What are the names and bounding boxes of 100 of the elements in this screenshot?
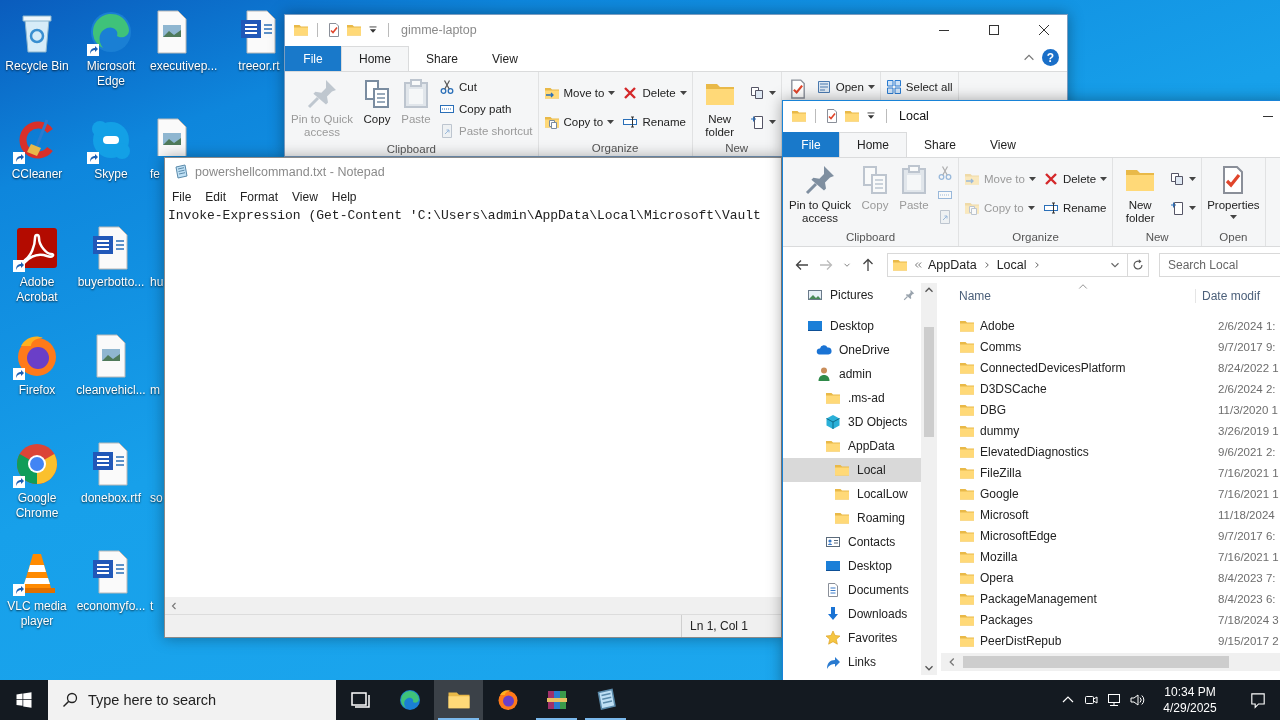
ribbon-button[interactable]: Rename [620,111,689,133]
ribbon-button[interactable]: Pin to Quick access [786,162,854,227]
editor-text[interactable]: Invoke-Expression (Get-Content 'C:\Users\admin\AppData\Local\Microsoft\Vault [168,208,761,223]
new-item-icon [748,85,765,101]
ribbon-button[interactable]: Copy to [541,111,618,133]
ribbon-tab[interactable]: View [973,132,1033,157]
icon-label[interactable]: Skype [94,167,128,182]
file-menu-button[interactable]: File [783,132,839,157]
ribbon-tab[interactable]: Home [341,46,409,71]
file-name[interactable]: DBG [980,402,1213,417]
file-name[interactable]: Adobe [980,318,1213,333]
column-header[interactable]: Name [941,289,1195,303]
taskbar-button[interactable] [434,680,483,720]
help-button[interactable]: ? [1042,49,1059,66]
shortcut-icon [439,123,455,139]
ribbon-tab[interactable]: Home [839,132,907,157]
ribbon-button[interactable]: Cut [437,76,535,98]
ribbon-button[interactable]: Copy path [437,98,535,120]
nav-item[interactable]: Documents [783,578,921,602]
file-name[interactable]: Comms [980,339,1213,354]
file-name[interactable]: D3DSCache [980,381,1213,396]
cursor-position: Ln 1, Col 1 [681,615,749,637]
file-name[interactable]: ConnectedDevicesPlatform [980,360,1213,375]
ribbon-button[interactable]: Open [813,76,877,98]
nav-item[interactable]: Roaming [783,506,921,530]
file-name[interactable]: Google [980,486,1213,501]
menu-item[interactable]: Help [324,190,364,204]
file-menu-button[interactable]: File [285,46,341,71]
breadcrumb[interactable]: AppData [928,258,977,272]
date-modified: 7/16/2021 1 [1218,466,1279,479]
nav-item[interactable]: OneDrive [783,338,921,362]
ribbon-button[interactable]: Move to [541,82,618,104]
nav-item[interactable]: Links [783,650,921,674]
menu-item[interactable]: File [165,190,199,204]
nav-item[interactable]: AppData [783,434,921,458]
file-name[interactable]: dummy [980,423,1213,438]
menu-item[interactable]: Edit [198,190,234,204]
start-icon[interactable] [15,691,33,709]
nav-item[interactable]: .ms-ad [783,386,921,410]
file-name[interactable]: Mozilla [980,549,1213,564]
checked-page-icon[interactable] [326,22,342,38]
file-name[interactable]: Packages [980,612,1213,627]
menu-item[interactable]: Format [233,190,286,204]
file-name[interactable]: MicrosoftEdge [980,528,1213,543]
icon-label[interactable]: Microsoft Edge [74,59,148,89]
icon-label[interactable]: Recycle Bin [5,59,69,74]
scrollbar-thumb[interactable] [963,656,1229,668]
scrollbar-thumb[interactable] [924,327,934,437]
ribbon-button[interactable]: Select all [883,76,955,98]
column-header[interactable]: Date modif [1195,289,1261,303]
notification-icon[interactable] [1249,691,1267,709]
file-name[interactable]: PeerDistRepub [980,633,1213,648]
icon-label[interactable]: CCleaner [11,167,63,182]
clock-date[interactable]: 4/29/2025 [1163,700,1217,716]
file-name[interactable]: Microsoft [980,507,1213,522]
nav-item[interactable]: LocalLow [783,482,921,506]
close-icon[interactable] [1036,22,1052,38]
nav-item[interactable]: Downloads [783,602,921,626]
ribbon-tab[interactable]: View [475,46,535,71]
nav-item[interactable]: Contacts [783,530,921,554]
back-arrow-icon[interactable] [794,257,810,273]
checked-page-icon[interactable] [824,108,840,124]
nav-item[interactable]: 3D Objects [783,410,921,434]
icon-label[interactable]: fe [148,167,160,182]
address-bar[interactable]: AppData Local [887,253,1149,277]
search-field[interactable]: Search Local [1159,253,1280,277]
search-field[interactable]: Type here to search [48,680,336,720]
ribbon-button[interactable]: Copy [359,76,395,128]
nav-item[interactable]: Pictures [783,283,921,307]
nav-item[interactable]: admin [783,362,921,386]
ribbon-button[interactable]: Delete [1040,168,1110,190]
breadcrumb[interactable]: Local [996,258,1027,272]
file-name[interactable]: Opera [980,570,1213,585]
file-name[interactable]: ElevatedDiagnostics [980,444,1213,459]
date-modified: 8/24/2022 1 [1218,361,1279,374]
clock-time[interactable]: 10:34 PM [1164,684,1216,700]
ribbon-button[interactable]: Rename [1040,197,1110,219]
speaker-icon[interactable] [1129,692,1145,708]
menu-item[interactable]: View [285,190,325,204]
ribbon-tab[interactable]: Share [409,46,476,71]
network-icon[interactable] [1106,692,1122,708]
icon-label[interactable]: Adobe Acrobat [0,275,74,305]
nav-item[interactable]: Desktop [783,314,921,338]
nav-item[interactable]: Local [783,458,921,482]
file-name[interactable]: PackageManagement [980,591,1213,606]
ribbon-tab[interactable]: Share [907,132,974,157]
refresh-icon[interactable] [1131,258,1145,272]
nav-item[interactable]: Desktop [783,554,921,578]
up-arrow-icon[interactable] [860,257,876,273]
ribbon-button[interactable]: Properties [1205,162,1262,221]
file-name[interactable]: FileZilla [980,465,1213,480]
ribbon-button[interactable]: New folder [1116,162,1165,227]
nav-item[interactable]: Favorites [783,626,921,650]
rename-icon [1042,200,1059,216]
ribbon-button[interactable]: New folder [695,76,744,141]
maximize-icon[interactable] [986,22,1002,38]
icon-label[interactable]: executivep... [148,59,218,74]
archive-icon [544,688,569,712]
icon-label[interactable]: treeor.rt [238,59,280,74]
ribbon-button[interactable]: Delete [620,82,689,104]
